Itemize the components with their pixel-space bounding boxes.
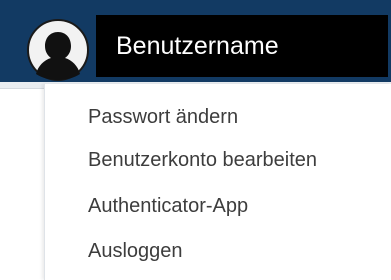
- menu-item-authenticator-app[interactable]: Authenticator-App: [88, 188, 388, 224]
- user-silhouette-icon[interactable]: [27, 19, 89, 81]
- menu-item-edit-account[interactable]: Benutzerkonto bearbeiten: [88, 142, 388, 178]
- menu-item-logout[interactable]: Ausloggen: [88, 233, 388, 269]
- user-menu-trigger[interactable]: Benutzername: [0, 0, 391, 82]
- username-label[interactable]: Benutzername: [96, 15, 388, 77]
- user-dropdown-menu: Passwort ändern Benutzerkonto bearbeiten…: [44, 84, 391, 280]
- app-screen: Benutzername Passwort ändern Benutzerkon…: [0, 0, 391, 280]
- menu-item-change-password[interactable]: Passwort ändern: [88, 99, 388, 135]
